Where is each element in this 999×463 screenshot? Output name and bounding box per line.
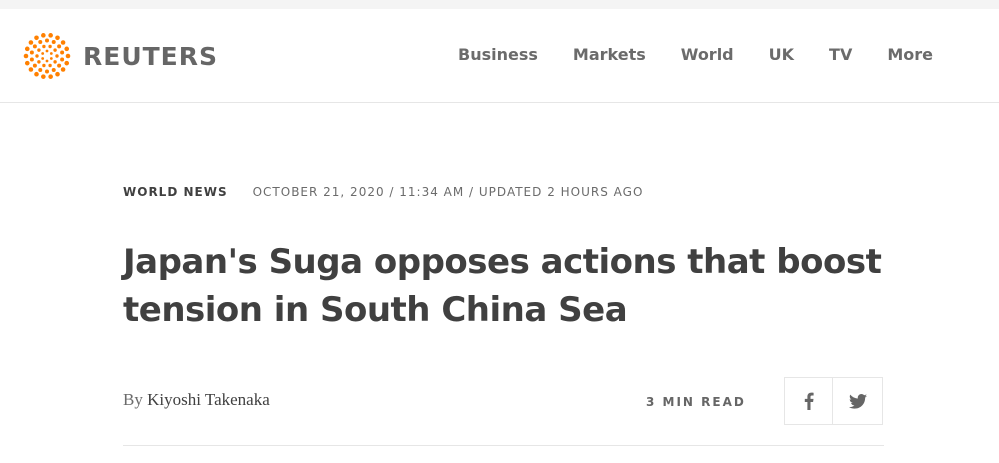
- logo-dot: [32, 63, 37, 68]
- logo-dot: [55, 71, 60, 77]
- logo-dot: [49, 52, 53, 55]
- logo-dot: [42, 63, 46, 68]
- logo-dot: [45, 59, 49, 63]
- logo-dot: [24, 60, 30, 66]
- logo-dot: [28, 67, 34, 72]
- logo-dot: [51, 67, 56, 72]
- logo-dot: [29, 50, 34, 55]
- logo-text: REUTERS: [83, 41, 219, 71]
- nav-item-uk[interactable]: UK: [769, 45, 794, 64]
- facebook-icon: [804, 392, 814, 410]
- byline-divider: [123, 445, 884, 446]
- nav-item-tv[interactable]: TV: [829, 45, 852, 64]
- logo-dot: [53, 60, 57, 64]
- logo-dot: [38, 67, 43, 72]
- twitter-share-button[interactable]: [833, 377, 883, 425]
- logo-dot: [48, 44, 52, 49]
- reuters-logo-icon: [23, 33, 71, 79]
- section-link[interactable]: WORLD NEWS: [123, 185, 228, 199]
- nav-item-more[interactable]: More: [887, 45, 933, 64]
- article-dateline: OCTOBER 21, 2020 / 11:34 AM / UPDATED 2 …: [252, 185, 644, 199]
- logo-dot: [49, 57, 53, 60]
- top-strip: [0, 0, 999, 9]
- logo-dot: [42, 44, 46, 49]
- article-meta: WORLD NEWS OCTOBER 21, 2020 / 11:34 AM /…: [123, 185, 643, 199]
- twitter-icon: [848, 393, 867, 409]
- logo-dot: [65, 53, 71, 59]
- share-buttons: [784, 377, 883, 425]
- site-header: REUTERS Business Markets World UK TV Mor…: [0, 9, 999, 103]
- author-link[interactable]: Kiyoshi Takenaka: [147, 390, 270, 409]
- nav-item-world[interactable]: World: [681, 45, 734, 64]
- logo-dot: [60, 40, 66, 45]
- logo-dot: [51, 40, 56, 45]
- article-headline: Japan's Suga opposes actions that boost …: [123, 242, 882, 330]
- logo-dot: [55, 35, 60, 41]
- logo-dot: [34, 35, 39, 41]
- logo-dot: [41, 57, 45, 60]
- logo-dot: [48, 74, 53, 79]
- logo-dot: [28, 40, 34, 45]
- logo-dot: [55, 54, 59, 58]
- logo-dot: [48, 33, 53, 38]
- logo-dot: [35, 54, 39, 58]
- reuters-logo[interactable]: REUTERS: [23, 32, 218, 80]
- nav-item-markets[interactable]: Markets: [573, 45, 646, 64]
- logo-dot: [29, 57, 34, 62]
- nav-item-business[interactable]: Business: [458, 45, 538, 64]
- logo-dot: [41, 52, 45, 55]
- byline-prefix: By: [123, 390, 143, 409]
- main-nav: Business Markets World UK TV More: [458, 45, 968, 64]
- logo-dot: [23, 53, 29, 59]
- logo-dot: [57, 63, 62, 68]
- logo-dot: [45, 49, 49, 53]
- logo-dot: [60, 50, 65, 55]
- logo-dot: [45, 69, 49, 74]
- logo-dot: [37, 60, 41, 64]
- logo-dot: [48, 63, 52, 68]
- logo-dot: [37, 48, 41, 52]
- logo-dot: [38, 40, 43, 45]
- logo-dot: [24, 46, 30, 52]
- logo-dot: [34, 71, 39, 77]
- logo-dot: [64, 60, 70, 66]
- byline: By Kiyoshi Takenaka: [123, 390, 270, 410]
- logo-dot: [41, 74, 46, 79]
- logo-dot: [53, 48, 57, 52]
- logo-dot: [45, 38, 49, 43]
- logo-dot: [41, 33, 46, 38]
- read-time: 3 MIN READ: [646, 395, 746, 409]
- facebook-share-button[interactable]: [784, 377, 833, 425]
- logo-dot: [64, 46, 70, 52]
- logo-dot: [32, 44, 37, 49]
- logo-dot: [60, 67, 66, 72]
- logo-dot: [57, 44, 62, 49]
- logo-dot: [60, 57, 65, 62]
